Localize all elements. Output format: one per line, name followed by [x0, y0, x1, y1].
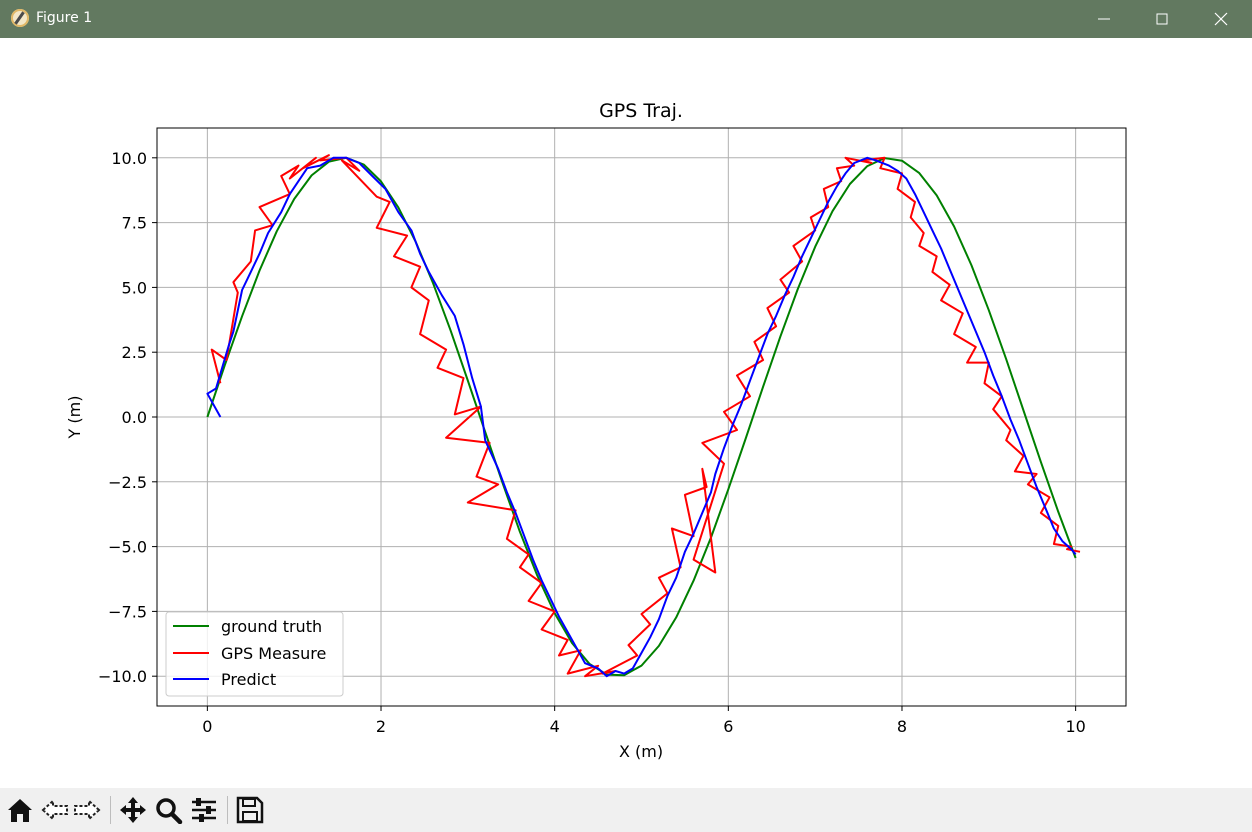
- series-line-gps-measure: [210, 154, 1081, 678]
- pan-button[interactable]: [116, 793, 150, 827]
- close-button[interactable]: [1198, 0, 1244, 38]
- legend-label-ground-truth: ground truth: [221, 617, 322, 636]
- y-tick-label: 7.5: [122, 214, 147, 233]
- y-tick-label: −2.5: [108, 473, 147, 492]
- x-tick-label: 4: [550, 717, 560, 736]
- back-button[interactable]: [38, 793, 72, 827]
- close-icon: [1214, 12, 1228, 26]
- home-icon: [8, 799, 32, 822]
- forward-arrow-icon: [74, 798, 101, 822]
- configure-subplots-icon: [192, 798, 216, 822]
- y-tick-label: 5.0: [122, 278, 147, 297]
- x-tick-label: 2: [376, 717, 386, 736]
- save-button[interactable]: [233, 793, 267, 827]
- window-title: Figure 1: [36, 10, 93, 26]
- y-tick-label: 0.0: [122, 408, 147, 427]
- x-tick-label: 10: [1065, 717, 1085, 736]
- zoom-button[interactable]: [152, 793, 186, 827]
- x-axis-label: X (m): [619, 742, 663, 761]
- x-tick-label: 0: [202, 717, 212, 736]
- gps-trajectory-chart: GPS Traj. 0 2 4 6 8 10 10.0 7.5 5.0 2.5 0.0 −2.5 −5…: [65, 100, 1127, 761]
- pan-icon: [120, 797, 146, 823]
- forward-button[interactable]: [70, 793, 104, 827]
- toolbar-separator: [227, 796, 228, 824]
- minimize-button[interactable]: [1081, 0, 1127, 38]
- home-button[interactable]: [3, 793, 37, 827]
- y-tick-label: −5.0: [108, 538, 147, 557]
- matplotlib-app-icon: [11, 9, 29, 27]
- window-titlebar: Figure 1: [0, 0, 1252, 38]
- figure-canvas[interactable]: GPS Traj. 0 2 4 6 8 10 10.0 7.5 5.0 2.5 0.0 −2.5 −5…: [1, 38, 1251, 788]
- legend-label-predict: Predict: [221, 670, 276, 689]
- navigation-toolbar: [0, 788, 1252, 832]
- y-axis-ticks: 10.0 7.5 5.0 2.5 0.0 −2.5 −5.0 −7.5 −10.0: [98, 149, 157, 686]
- x-tick-label: 6: [723, 717, 733, 736]
- back-arrow-icon: [41, 798, 68, 822]
- y-axis-label: Y (m): [65, 396, 84, 440]
- maximize-icon: [1156, 13, 1168, 25]
- x-axis-ticks: 0 2 4 6 8 10: [202, 706, 1086, 736]
- chart-title: GPS Traj.: [599, 100, 683, 122]
- y-tick-label: −7.5: [108, 602, 147, 621]
- y-tick-label: −10.0: [98, 667, 147, 686]
- maximize-button[interactable]: [1139, 0, 1185, 38]
- minimize-icon: [1098, 18, 1110, 20]
- legend: ground truth GPS Measure Predict: [165, 611, 344, 697]
- save-icon: [236, 796, 264, 824]
- series-group: [206, 154, 1081, 678]
- zoom-icon: [156, 798, 183, 824]
- y-tick-label: 10.0: [111, 149, 147, 168]
- toolbar-separator: [110, 796, 111, 824]
- legend-label-gps-measure: GPS Measure: [221, 644, 326, 663]
- configure-subplots-button[interactable]: [187, 793, 221, 827]
- x-tick-label: 8: [897, 717, 907, 736]
- y-tick-label: 2.5: [122, 343, 147, 362]
